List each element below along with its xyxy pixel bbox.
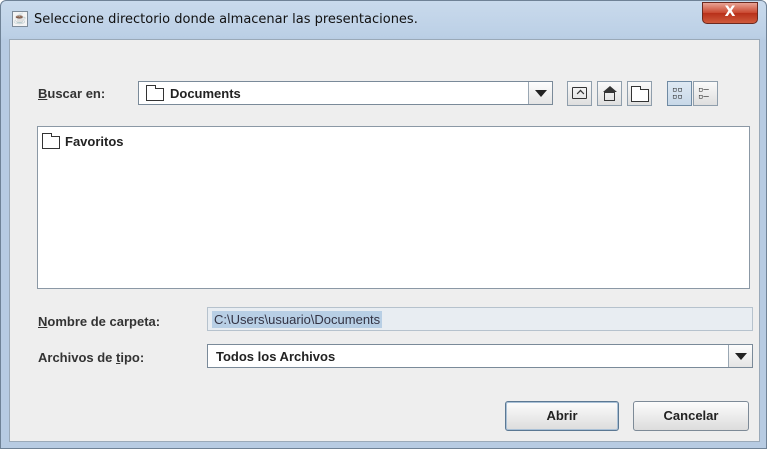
close-button[interactable]: X bbox=[702, 2, 758, 24]
foldername-label-accel: N bbox=[38, 314, 48, 329]
file-list[interactable]: Favoritos bbox=[37, 126, 750, 289]
list-view-icon: ▫▫ ▫▫ bbox=[672, 85, 683, 102]
title-bar[interactable]: ☕ Seleccione directorio donde almacenar … bbox=[1, 1, 766, 39]
foldername-label: Nombre de carpeta: bbox=[38, 314, 160, 329]
java-app-icon: ☕ bbox=[12, 11, 28, 27]
lookin-label: Buscar en: bbox=[38, 86, 105, 101]
dialog-content: Buscar en: Documents ▫▫ ▫▫ ▫— ▫— Favorit… bbox=[9, 39, 760, 442]
filetype-combo[interactable]: Todos los Archivos bbox=[207, 344, 753, 368]
window-title: Seleccione directorio donde almacenar la… bbox=[34, 12, 418, 27]
home-button[interactable] bbox=[597, 81, 622, 106]
details-view-button[interactable]: ▫— ▫— bbox=[693, 81, 718, 106]
folder-icon bbox=[42, 133, 60, 149]
filetype-label-post: ipo: bbox=[120, 350, 145, 365]
lookin-value: Documents bbox=[170, 86, 241, 101]
foldername-label-text: ombre de carpeta: bbox=[47, 314, 161, 329]
list-view-button[interactable]: ▫▫ ▫▫ bbox=[667, 81, 692, 106]
filetype-value: Todos los Archivos bbox=[216, 349, 336, 364]
dialog-window: ☕ Seleccione directorio donde almacenar … bbox=[0, 0, 767, 449]
folder-icon bbox=[146, 85, 164, 101]
foldername-value: C:\Users\usuario\Documents bbox=[212, 311, 383, 328]
cancel-button[interactable]: Cancelar bbox=[633, 401, 749, 431]
new-folder-icon bbox=[631, 86, 649, 102]
details-view-icon: ▫— ▫— bbox=[698, 85, 709, 102]
filetype-label: Archivos de tipo: bbox=[38, 350, 144, 365]
filetype-dropdown-arrow-icon[interactable] bbox=[728, 345, 752, 367]
lookin-combo[interactable]: Documents bbox=[138, 81, 553, 105]
filetype-label-pre: Archivos de bbox=[38, 350, 117, 365]
lookin-dropdown-arrow-icon[interactable] bbox=[528, 82, 552, 104]
open-button[interactable]: Abrir bbox=[505, 401, 619, 431]
up-folder-button[interactable] bbox=[567, 81, 592, 106]
foldername-field[interactable]: C:\Users\usuario\Documents bbox=[207, 307, 753, 331]
new-folder-button[interactable] bbox=[627, 81, 652, 106]
home-icon bbox=[603, 86, 617, 101]
file-name: Favoritos bbox=[65, 134, 124, 149]
lookin-label-text: uscar en: bbox=[47, 86, 106, 101]
lookin-label-accel: B bbox=[38, 86, 48, 101]
up-folder-icon bbox=[572, 87, 587, 99]
